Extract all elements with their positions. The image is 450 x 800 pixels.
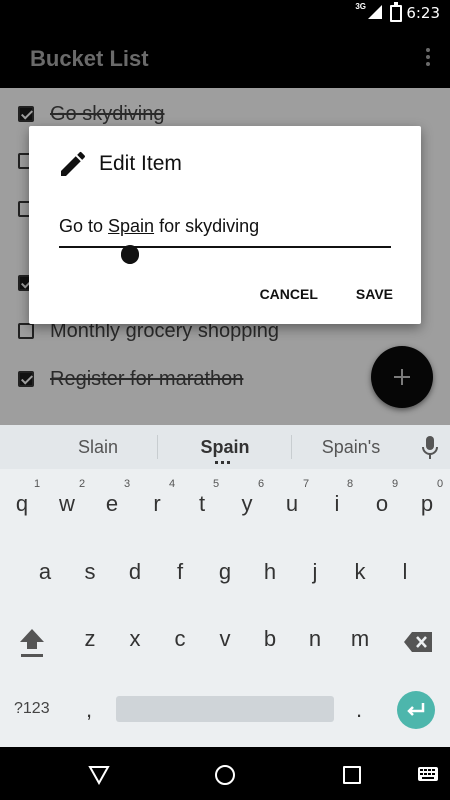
- key-b[interactable]: b: [250, 626, 290, 652]
- shift-icon[interactable]: [18, 627, 46, 659]
- item-label: Go skydiving: [50, 103, 165, 125]
- suggestion-strip: Slain Spain Spain's: [0, 425, 450, 469]
- key-j[interactable]: j: [295, 559, 335, 585]
- key-x[interactable]: x: [115, 626, 155, 652]
- enter-icon: [407, 703, 425, 716]
- add-item-button[interactable]: [371, 346, 433, 408]
- key-hint: 3: [123, 478, 131, 490]
- microphone-icon[interactable]: [422, 436, 438, 460]
- back-icon[interactable]: [88, 765, 110, 785]
- dialog-actions: CANCEL SAVE: [222, 286, 393, 302]
- key-t[interactable]: t: [182, 491, 222, 517]
- key-q[interactable]: q: [2, 491, 42, 517]
- key-hint: 4: [168, 478, 176, 490]
- status-time: 6:23: [406, 4, 440, 22]
- signal-icon: [368, 5, 382, 19]
- suggestion-left[interactable]: Slain: [60, 437, 136, 458]
- key-hint: 7: [302, 478, 310, 490]
- key-r[interactable]: r: [137, 491, 177, 517]
- key-hint: 5: [212, 478, 220, 490]
- dialog-title: Edit Item: [99, 152, 182, 175]
- key-w[interactable]: w: [47, 491, 87, 517]
- enter-key[interactable]: [397, 691, 435, 729]
- suggestion-right[interactable]: Spain's: [311, 437, 391, 458]
- item-label: Register for marathon: [50, 368, 244, 390]
- key-hint: 0: [436, 478, 444, 490]
- key-a[interactable]: a: [25, 559, 65, 585]
- key-v[interactable]: v: [205, 626, 245, 652]
- input-value-before: Go to: [59, 216, 109, 236]
- suggestion-divider: [157, 435, 158, 459]
- key-m[interactable]: m: [340, 626, 380, 652]
- pencil-icon: [61, 151, 86, 176]
- input-value: Go to Spain for skydiving: [59, 216, 259, 237]
- app-bar: Bucket List: [0, 26, 450, 88]
- key-f[interactable]: f: [160, 559, 200, 585]
- key-d[interactable]: d: [115, 559, 155, 585]
- more-suggestions-icon: [215, 461, 235, 465]
- key-hint: 2: [78, 478, 86, 490]
- key-hint: 8: [346, 478, 354, 490]
- cancel-button[interactable]: CANCEL: [260, 286, 318, 302]
- key-z[interactable]: z: [70, 626, 110, 652]
- battery-icon: [390, 2, 402, 22]
- input-value-after: for skydiving: [154, 216, 260, 236]
- item-checkbox[interactable]: [18, 106, 34, 122]
- key-s[interactable]: s: [70, 559, 110, 585]
- spacebar[interactable]: [116, 696, 334, 722]
- app-title: Bucket List: [30, 46, 149, 71]
- key-u[interactable]: u: [272, 491, 312, 517]
- item-text-input[interactable]: Go to Spain for skydiving: [59, 214, 391, 248]
- key-g[interactable]: g: [205, 559, 245, 585]
- recents-icon[interactable]: [343, 766, 361, 784]
- save-button[interactable]: SAVE: [356, 286, 393, 302]
- home-icon[interactable]: [215, 765, 235, 785]
- overflow-menu-icon[interactable]: [426, 48, 432, 68]
- key-y[interactable]: y: [227, 491, 267, 517]
- key-l[interactable]: l: [385, 559, 425, 585]
- key-p[interactable]: p: [407, 491, 447, 517]
- suggestion-divider: [291, 435, 292, 459]
- key-e[interactable]: e: [92, 491, 132, 517]
- cursor-handle-icon[interactable]: [119, 242, 141, 264]
- navigation-bar: [0, 747, 450, 800]
- key-k[interactable]: k: [340, 559, 380, 585]
- symbols-key[interactable]: ?123: [14, 700, 50, 718]
- network-type: 3G: [355, 2, 366, 11]
- period-key[interactable]: .: [356, 697, 362, 723]
- suggestion-center[interactable]: Spain: [185, 437, 265, 458]
- backspace-icon[interactable]: [403, 631, 433, 653]
- keyboard-switch-icon[interactable]: [418, 767, 438, 781]
- input-value-highlight: Spain: [108, 216, 155, 236]
- key-n[interactable]: n: [295, 626, 335, 652]
- soft-keyboard: Slain Spain Spain's 1 2 3 4 5 6 7 8 9 0 …: [0, 425, 450, 747]
- key-hint: 6: [257, 478, 265, 490]
- key-h[interactable]: h: [250, 559, 290, 585]
- comma-key[interactable]: ,: [86, 697, 92, 723]
- key-c[interactable]: c: [160, 626, 200, 652]
- edit-item-dialog: Edit Item Go to Spain for skydiving CANC…: [29, 126, 421, 324]
- key-o[interactable]: o: [362, 491, 402, 517]
- item-checkbox[interactable]: [18, 323, 34, 339]
- status-bar: 3G 6:23: [0, 0, 450, 26]
- key-hint: 9: [391, 478, 399, 490]
- key-hint: 1: [33, 478, 41, 490]
- key-i[interactable]: i: [317, 491, 357, 517]
- item-checkbox[interactable]: [18, 371, 34, 387]
